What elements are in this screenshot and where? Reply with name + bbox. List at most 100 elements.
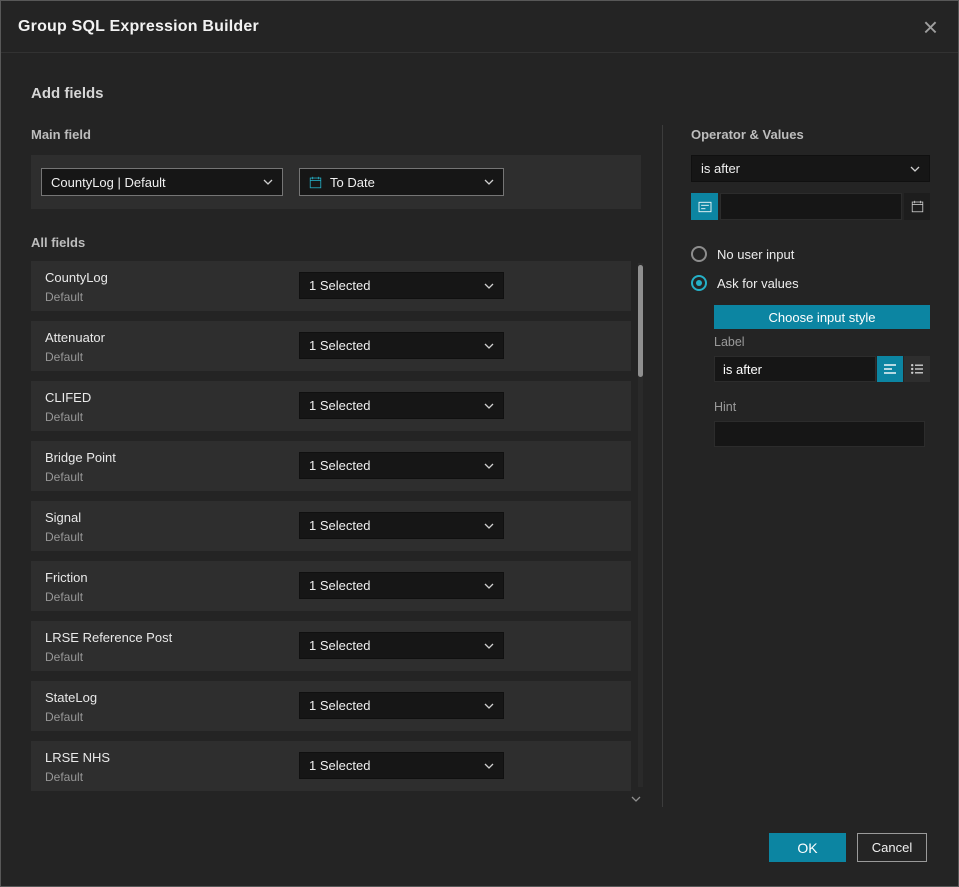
field-name: Bridge Point <box>45 450 116 465</box>
field-name: Friction <box>45 570 88 585</box>
field-row: Friction Default 1 Selected <box>31 561 631 611</box>
field-subtitle: Default <box>45 410 84 424</box>
field-subtitle: Default <box>45 470 84 484</box>
radio-no-user-input[interactable]: No user input <box>691 245 794 263</box>
input-style-text-button[interactable] <box>877 356 903 382</box>
list-icon <box>911 364 923 374</box>
field-selected-dropdown[interactable]: 1 Selected <box>299 332 504 359</box>
chevron-down-icon <box>484 583 494 589</box>
field-row-text: CountyLog Default <box>45 270 108 304</box>
field-row: Bridge Point Default 1 Selected <box>31 441 631 491</box>
field-selected-dropdown[interactable]: 1 Selected <box>299 452 504 479</box>
field-row-text: LRSE NHS Default <box>45 750 110 784</box>
field-subtitle: Default <box>45 590 84 604</box>
calendar-icon <box>309 176 322 189</box>
field-row-text: LRSE Reference Post Default <box>45 630 172 664</box>
operator-values-heading: Operator & Values <box>691 127 804 142</box>
selected-count-label: 1 Selected <box>309 578 371 593</box>
field-name: StateLog <box>45 690 98 705</box>
date-type-select-value: To Date <box>330 174 375 190</box>
scroll-down-icon[interactable] <box>631 789 641 807</box>
field-selected-dropdown[interactable]: 1 Selected <box>299 392 504 419</box>
date-type-select[interactable]: To Date <box>299 168 504 196</box>
all-fields-list: CountyLog Default 1 Selected Attenuator … <box>31 261 631 801</box>
field-selected-dropdown[interactable]: 1 Selected <box>299 752 504 779</box>
field-name: Signal <box>45 510 82 525</box>
field-row: Signal Default 1 Selected <box>31 501 631 551</box>
choose-input-style-button[interactable]: Choose input style <box>714 305 930 329</box>
field-list-icon <box>698 201 712 213</box>
field-name: Attenuator <box>45 330 105 345</box>
chevron-down-icon <box>263 179 273 185</box>
calendar-icon <box>911 200 924 213</box>
main-field-select-value: CountyLog | Default <box>51 174 166 190</box>
field-selected-dropdown[interactable]: 1 Selected <box>299 692 504 719</box>
field-row: StateLog Default 1 Selected <box>31 681 631 731</box>
field-row-text: CLIFED Default <box>45 390 91 424</box>
chevron-down-icon <box>484 463 494 469</box>
main-field-select[interactable]: CountyLog | Default <box>41 168 283 196</box>
dialog-header: Group SQL Expression Builder × <box>1 1 958 53</box>
field-selected-dropdown[interactable]: 1 Selected <box>299 512 504 539</box>
label-input[interactable] <box>714 356 876 382</box>
add-fields-heading: Add fields <box>31 85 104 102</box>
field-name: LRSE NHS <box>45 750 111 765</box>
field-selected-dropdown[interactable]: 1 Selected <box>299 632 504 659</box>
field-row-text: StateLog Default <box>45 690 97 724</box>
chevron-down-icon <box>484 763 494 769</box>
scrollbar-track <box>638 263 643 787</box>
field-row: CLIFED Default 1 Selected <box>31 381 631 431</box>
chevron-down-icon <box>484 283 494 289</box>
field-subtitle: Default <box>45 350 84 364</box>
field-subtitle: Default <box>45 710 84 724</box>
chevron-down-icon <box>484 643 494 649</box>
radio-ask-for-values-label: Ask for values <box>717 275 799 291</box>
selected-count-label: 1 Selected <box>309 398 371 413</box>
field-row-text: Friction Default <box>45 570 88 604</box>
selected-count-label: 1 Selected <box>309 638 371 653</box>
chevron-down-icon <box>484 343 494 349</box>
label-field-label: Label <box>714 335 745 349</box>
field-name: CountyLog <box>45 270 108 285</box>
field-subtitle: Default <box>45 770 84 784</box>
scrollbar-thumb[interactable] <box>638 265 643 377</box>
input-style-list-button[interactable] <box>904 356 930 382</box>
field-selected-dropdown[interactable]: 1 Selected <box>299 272 504 299</box>
field-row: LRSE Reference Post Default 1 Selected <box>31 621 631 671</box>
field-row: Attenuator Default 1 Selected <box>31 321 631 371</box>
value-mode-button[interactable] <box>691 193 718 220</box>
close-icon[interactable]: × <box>923 14 938 40</box>
radio-unselected-icon <box>691 246 707 262</box>
column-divider <box>662 125 663 807</box>
operator-select-value: is after <box>701 161 741 176</box>
field-selected-dropdown[interactable]: 1 Selected <box>299 572 504 599</box>
hint-field-label: Hint <box>714 400 737 414</box>
field-name: CLIFED <box>45 390 92 405</box>
align-left-icon <box>884 364 896 374</box>
all-fields-label: All fields <box>31 235 86 250</box>
operator-select[interactable]: is after <box>691 155 930 182</box>
field-row-text: Signal Default <box>45 510 83 544</box>
chevron-down-icon <box>484 703 494 709</box>
hint-input[interactable] <box>714 421 925 447</box>
date-picker-button[interactable] <box>904 193 930 220</box>
field-subtitle: Default <box>45 530 84 544</box>
selected-count-label: 1 Selected <box>309 338 371 353</box>
group-sql-expression-builder-dialog: Group SQL Expression Builder × Add field… <box>0 0 959 887</box>
main-field-label: Main field <box>31 127 91 142</box>
radio-ask-for-values[interactable]: Ask for values <box>691 274 799 292</box>
chevron-down-icon <box>484 523 494 529</box>
selected-count-label: 1 Selected <box>309 278 371 293</box>
selected-count-label: 1 Selected <box>309 458 371 473</box>
value-input[interactable] <box>720 193 902 220</box>
selected-count-label: 1 Selected <box>309 758 371 773</box>
selected-count-label: 1 Selected <box>309 698 371 713</box>
main-field-panel: CountyLog | Default To Date <box>31 155 641 209</box>
radio-no-user-input-label: No user input <box>717 246 795 262</box>
cancel-button[interactable]: Cancel <box>857 833 927 862</box>
field-row-text: Bridge Point Default <box>45 450 116 484</box>
field-subtitle: Default <box>45 290 84 304</box>
ok-button[interactable]: OK <box>769 833 846 862</box>
radio-selected-icon <box>691 275 707 291</box>
chevron-down-icon <box>484 179 494 185</box>
